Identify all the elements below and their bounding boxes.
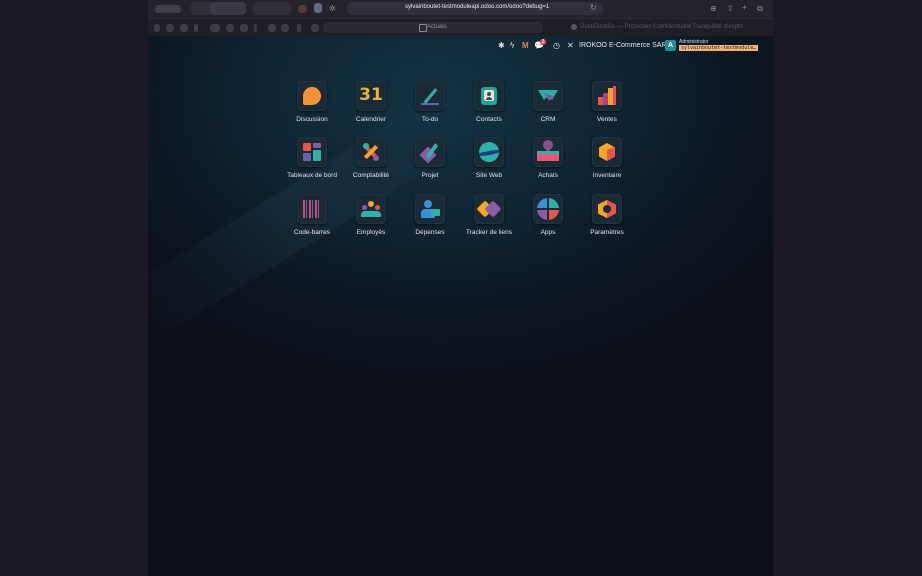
extension-gear-icon[interactable]: ✲ <box>329 5 336 13</box>
tools-icon[interactable]: ✕ <box>567 42 574 50</box>
app-inventory[interactable]: Inventaire <box>575 137 639 179</box>
app-dashboards[interactable]: Tableaux de bord <box>280 137 344 179</box>
purchase-icon <box>533 137 563 167</box>
app-settings[interactable]: Paramètres <box>575 194 639 236</box>
accounting-icon <box>356 137 386 167</box>
app-link-tracker[interactable]: Tracker de liens <box>457 194 521 236</box>
app-employees[interactable]: Employés <box>339 194 403 236</box>
calendar-icon: 31 <box>356 81 386 111</box>
app-label: CRM <box>540 116 556 123</box>
new-tab-icon[interactable]: + <box>742 4 747 12</box>
employees-icon <box>356 194 386 224</box>
dashboard-icon <box>297 137 327 167</box>
app-label: Dépenses <box>415 229 445 236</box>
app-label: Ventes <box>597 116 617 123</box>
window-controls[interactable] <box>155 5 181 13</box>
download-icon[interactable]: ⊕ <box>710 5 717 13</box>
odoo-navbar: ✱ ϟ M 💬 3 ◷ ✕ IROKOO E-Commerce SARL A A… <box>148 36 773 58</box>
contacts-icon <box>474 81 504 111</box>
notification-badge: 3 <box>540 39 546 45</box>
app-label: Achats <box>538 172 558 179</box>
browser-tab[interactable] <box>253 2 291 15</box>
project-icon <box>415 137 445 167</box>
sales-icon <box>592 81 622 111</box>
app-label: Discussion <box>296 116 328 123</box>
tab-label: Actuals <box>427 24 447 30</box>
avatar[interactable]: A <box>665 40 676 51</box>
bookmark-icon[interactable] <box>281 24 289 32</box>
tab-overview-icon[interactable]: ⧉ <box>757 5 763 13</box>
bookmark-icon[interactable] <box>297 24 301 32</box>
app-project[interactable]: Projet <box>398 137 462 179</box>
bug-icon[interactable]: ✱ <box>498 42 505 50</box>
crm-icon <box>533 81 563 111</box>
app-contacts[interactable]: Contacts <box>457 81 521 123</box>
barcode-icon <box>297 194 327 224</box>
app-purchase[interactable]: Achats <box>516 137 580 179</box>
bookmark-icon[interactable] <box>254 24 257 32</box>
bookmark-icon[interactable] <box>166 24 174 32</box>
bookmark-icon[interactable] <box>226 24 234 32</box>
app-label: Calendrier <box>356 116 386 123</box>
app-calendar[interactable]: 31 Calendrier <box>339 81 403 123</box>
expenses-icon <box>415 194 445 224</box>
extension-icon[interactable] <box>298 5 307 13</box>
app-label: Tableaux de bord <box>287 172 337 179</box>
app-label: Projet <box>421 172 439 179</box>
company-name[interactable]: IROKOO E-Commerce SARL <box>579 42 670 49</box>
share-icon[interactable]: ⇧ <box>727 5 734 13</box>
app-label: Apps <box>540 229 556 236</box>
app-label: Contacts <box>476 116 502 123</box>
mailchimp-icon[interactable]: M <box>522 42 529 50</box>
bookmark-icon[interactable] <box>311 24 319 32</box>
app-label: To-do <box>421 116 439 123</box>
bookmark-icon[interactable] <box>194 24 198 32</box>
app-barcode[interactable]: Code-barres <box>280 194 344 236</box>
app-accounting[interactable]: Comptabilité <box>339 137 403 179</box>
link-tracker-icon <box>474 194 504 224</box>
app-expenses[interactable]: Dépenses <box>398 194 462 236</box>
app-label: Comptabilité <box>352 172 390 179</box>
app-apps[interactable]: Apps <box>516 194 580 236</box>
odoo-home: ✱ ϟ M 💬 3 ◷ ✕ IROKOO E-Commerce SARL A A… <box>148 36 773 576</box>
bookmarks-bar: Actuals DuckDuckGo — Protection Confiden… <box>148 19 773 36</box>
app-label: Code-barres <box>293 229 331 236</box>
app-label: Site Web <box>475 172 503 179</box>
bookmark-icon[interactable] <box>240 24 248 32</box>
address-bar[interactable]: sylvainboutet-testmoduleapi.odoo.com/odo… <box>347 2 603 15</box>
lightning-icon[interactable]: ϟ <box>510 42 514 50</box>
active-tab[interactable]: Actuals <box>323 22 543 33</box>
tab-favicon-icon <box>419 24 427 32</box>
app-discussion[interactable]: Discussion <box>280 81 344 123</box>
app-label: Employés <box>356 229 386 236</box>
reload-icon[interactable]: ↻ <box>590 4 597 12</box>
browser-tab[interactable] <box>210 2 246 15</box>
extension-icon[interactable] <box>314 3 322 13</box>
bookmark-icon[interactable] <box>154 24 160 32</box>
inactive-tab-label[interactable]: DuckDuckGo — Protection Confidentialité … <box>580 24 743 30</box>
app-todo[interactable]: To-do <box>398 81 462 123</box>
database-name: sylvainboutet-testmodule… <box>679 45 759 51</box>
apps-icon <box>533 194 563 224</box>
website-icon <box>474 137 504 167</box>
browser-window: ✲ ▢ sylvainboutet-testmoduleapi.odoo.com… <box>148 0 773 576</box>
clock-icon[interactable]: ◷ <box>553 42 560 50</box>
app-label: Inventaire <box>592 172 622 179</box>
browser-titlebar: ✲ ▢ sylvainboutet-testmoduleapi.odoo.com… <box>148 0 773 19</box>
url-text: sylvainboutet-testmoduleapi.odoo.com/odo… <box>405 4 550 10</box>
inventory-icon <box>592 137 622 167</box>
duckduckgo-icon <box>571 24 577 30</box>
bookmark-icon[interactable] <box>180 24 188 32</box>
app-label: Paramètres <box>590 229 624 236</box>
settings-icon <box>592 194 622 224</box>
app-website[interactable]: Site Web <box>457 137 521 179</box>
bookmark-icon[interactable] <box>210 24 220 32</box>
discussion-icon <box>297 81 327 111</box>
app-crm[interactable]: CRM <box>516 81 580 123</box>
todo-icon <box>415 81 445 111</box>
app-sales[interactable]: Ventes <box>575 81 639 123</box>
app-label: Tracker de liens <box>466 229 512 236</box>
bookmark-icon[interactable] <box>268 24 276 32</box>
